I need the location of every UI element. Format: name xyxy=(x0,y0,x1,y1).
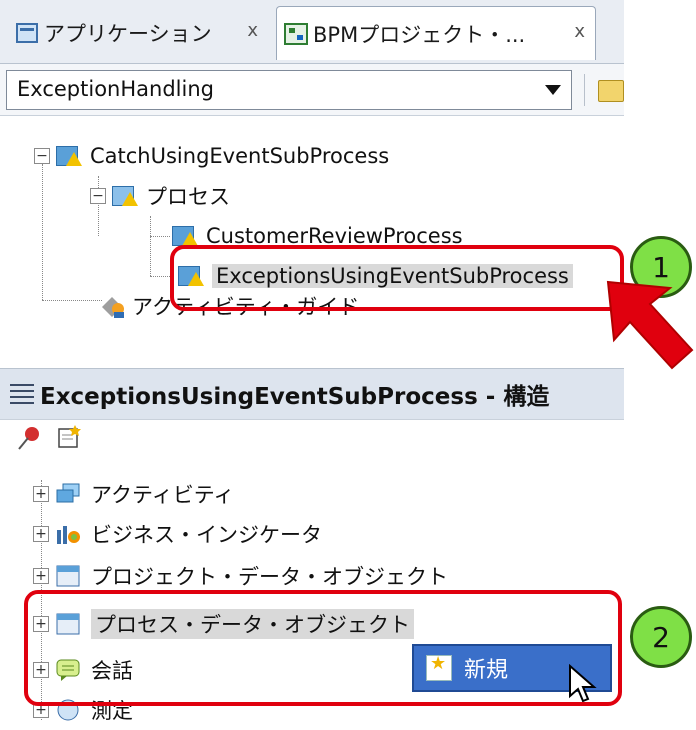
structure-panel-title: ExceptionsUsingEventSubProcess - 構造 xyxy=(40,384,550,410)
bpm-project-icon xyxy=(284,22,308,45)
project-selector-row: ExceptionHandling xyxy=(0,64,624,116)
close-icon[interactable]: x xyxy=(574,21,585,42)
callout-highlight-2 xyxy=(24,590,622,706)
new-view-icon[interactable] xyxy=(56,424,82,450)
toolbar-divider xyxy=(584,74,585,106)
tree-item-label: プロセス xyxy=(146,185,230,209)
tree-item-label: ビジネス・インジケータ xyxy=(91,523,322,547)
expand-icon[interactable]: + xyxy=(33,486,49,502)
folder-warning-icon xyxy=(112,184,138,208)
tab-applications[interactable]: アプリケーション x xyxy=(8,6,268,60)
tree-item-business-indicators[interactable]: + ビジネス・インジケータ xyxy=(33,514,322,554)
activity-icon xyxy=(56,483,80,503)
folder-icon[interactable] xyxy=(598,80,624,102)
structure-panel-header: ExceptionsUsingEventSubProcess - 構造 xyxy=(0,368,624,420)
tree-item-label: CatchUsingEventSubProcess xyxy=(90,144,390,168)
close-icon[interactable]: x xyxy=(247,20,258,41)
tree-item-label: アクティビティ xyxy=(91,483,235,507)
collapse-icon[interactable]: − xyxy=(90,188,106,204)
callout-highlight-1 xyxy=(170,245,624,311)
expand-icon[interactable]: + xyxy=(33,568,49,584)
callout-badge-2: 2 xyxy=(630,606,692,668)
tab-label: BPMプロジェクト・... xyxy=(313,22,526,47)
activity-guide-icon xyxy=(102,297,124,318)
tab-bar: アプリケーション x BPMプロジェクト・... x xyxy=(0,0,624,64)
expand-icon[interactable]: + xyxy=(33,526,49,542)
structure-icon xyxy=(10,384,34,404)
pin-icon[interactable] xyxy=(16,424,44,452)
structure-toolbar xyxy=(0,420,624,460)
tree-item-label: プロジェクト・データ・オブジェクト xyxy=(91,565,448,589)
project-selector-value: ExceptionHandling xyxy=(17,77,214,101)
tree-item-process-folder[interactable]: − プロセス xyxy=(90,176,230,216)
data-object-icon xyxy=(56,565,80,587)
tree-item-catchusingeventsubprocess[interactable]: − CatchUsingEventSubProcess xyxy=(34,136,389,176)
tab-label: アプリケーション xyxy=(44,22,212,46)
chevron-down-icon[interactable] xyxy=(545,85,561,95)
business-indicator-icon xyxy=(57,526,80,544)
red-arrow-icon xyxy=(606,280,694,370)
tree-item-activities[interactable]: + アクティビティ xyxy=(33,474,234,514)
project-selector[interactable]: ExceptionHandling xyxy=(6,70,572,110)
collapse-icon[interactable]: − xyxy=(34,148,50,164)
application-icon xyxy=(16,23,38,43)
project-warning-icon xyxy=(56,144,82,168)
tab-bpm-project[interactable]: BPMプロジェクト・... x xyxy=(276,6,596,60)
